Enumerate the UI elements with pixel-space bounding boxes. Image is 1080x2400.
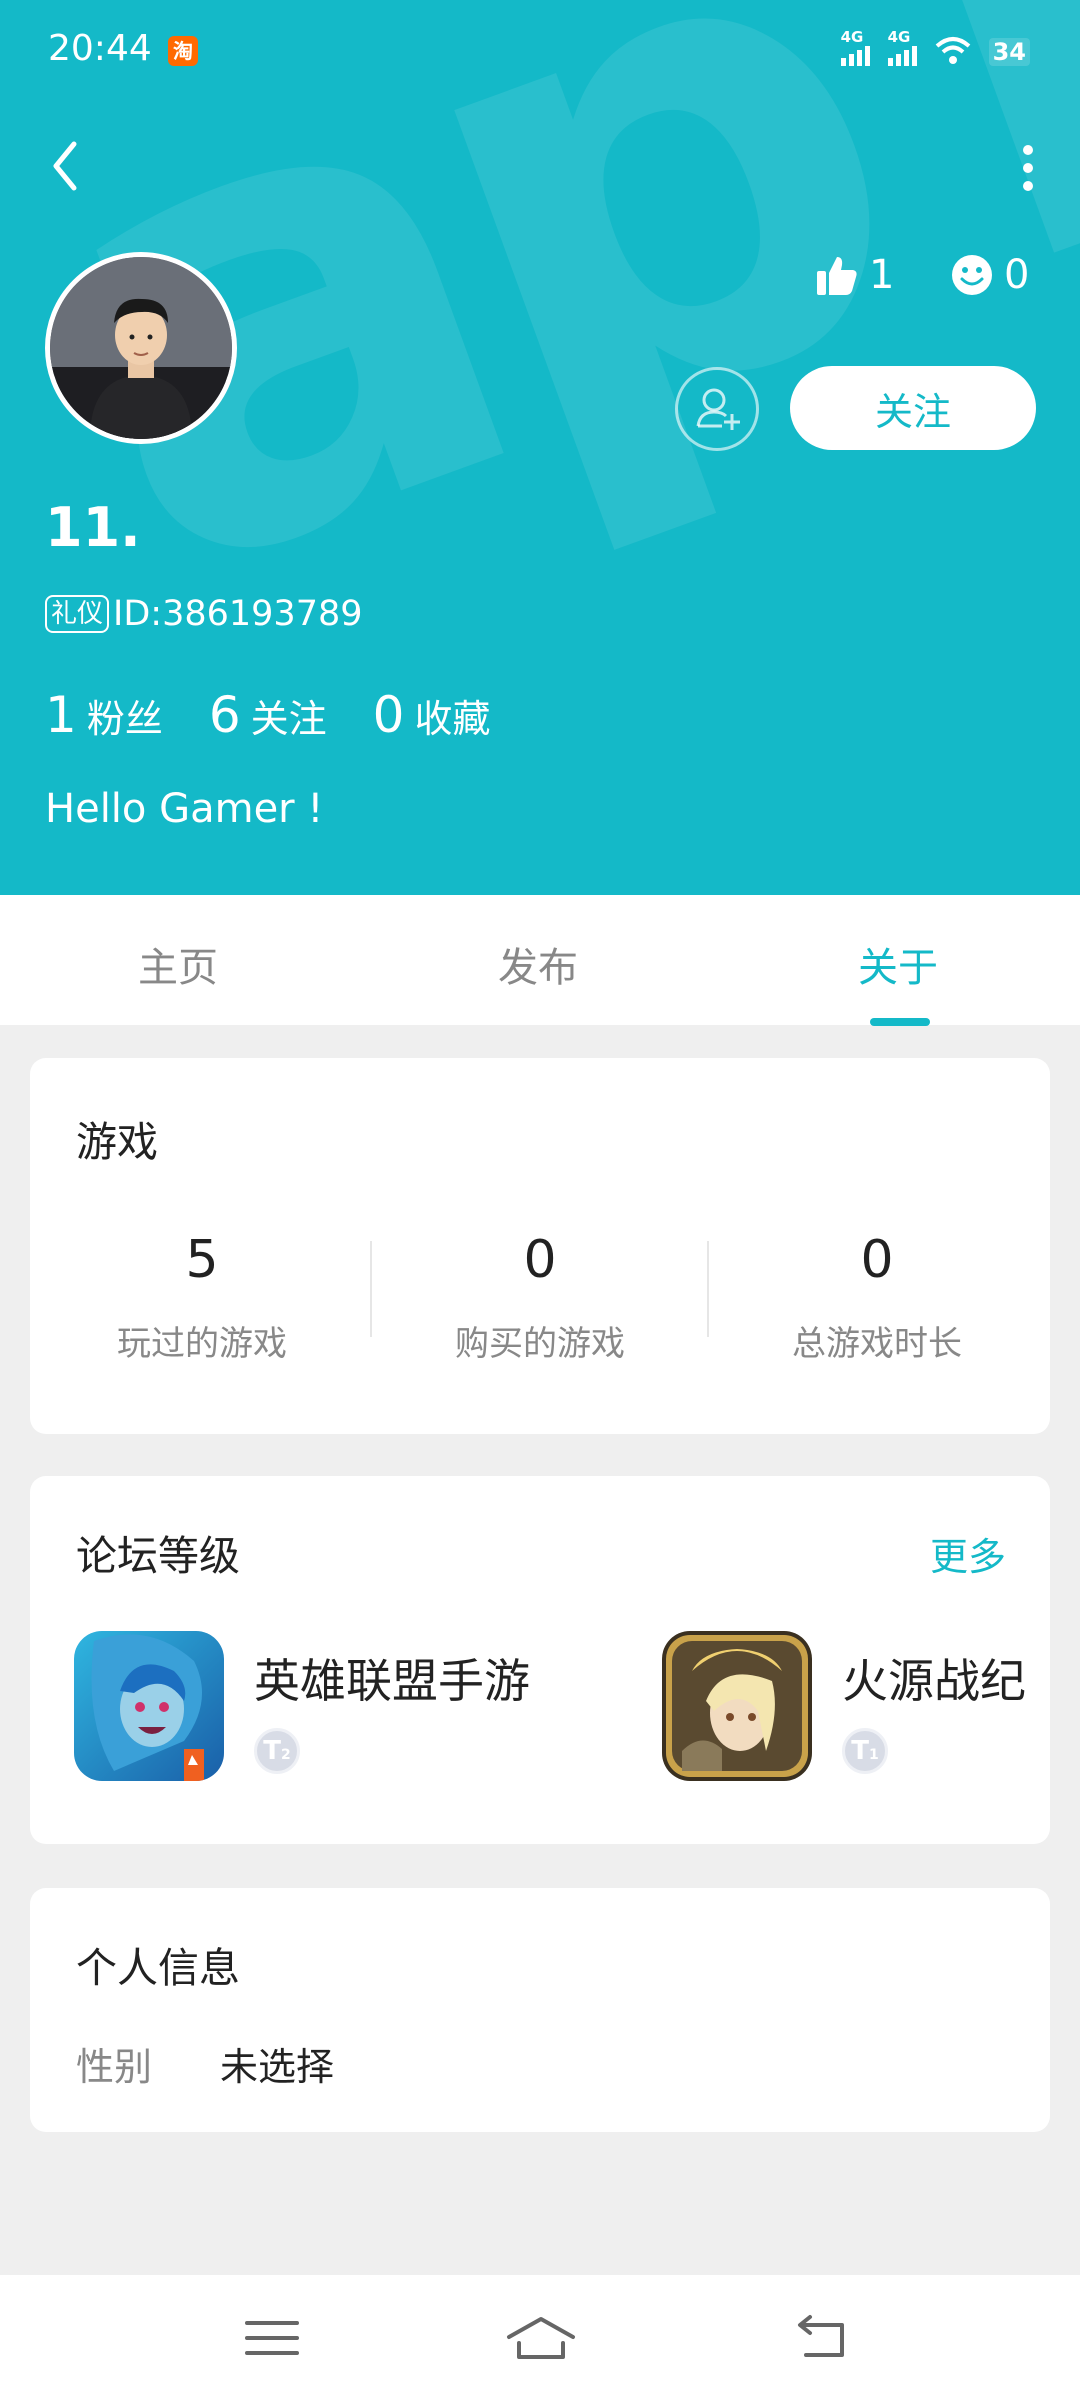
more-options-icon[interactable] [1016,140,1040,196]
profile-header: apTa 20:44 淘 4G 4G 34 1 0 关注 11. 礼仪 ID:3… [0,0,1080,895]
forum-level-badge: T1 [842,1728,888,1774]
bio: Hello Gamer ! [45,786,324,832]
signal-icon: 4G [887,28,917,66]
forum-game-name: 英雄联盟手游 [254,1654,530,1708]
likes-stat[interactable]: 1 [815,252,894,298]
reactions-stat[interactable]: 0 [950,252,1029,298]
fans-count[interactable]: 1 [45,686,77,744]
games-played-count: 5 [185,1230,219,1290]
game-icon-huoyuan [662,1631,812,1781]
games-bought-label: 购买的游戏 [455,1324,625,1364]
playtime-label: 总游戏时长 [792,1324,962,1364]
add-user-icon [696,388,740,430]
forum-level-number: 1 [869,1747,879,1763]
tab-home[interactable]: 主页 [138,935,218,993]
game-icon-lol [74,1631,224,1781]
smiley-icon [952,255,992,295]
fans-label[interactable]: 粉丝 [87,688,163,743]
status-time: 20:44 [48,28,152,69]
back-arrow-icon[interactable] [42,136,90,196]
system-nav-bar [0,2275,1080,2400]
games-bought-stat[interactable]: 0 购买的游戏 [390,1230,690,1365]
user-id-row: 礼仪 ID:386193789 [45,594,363,634]
favorites-count[interactable]: 0 [373,686,405,744]
menu-icon[interactable] [242,2313,302,2363]
taobao-notification-icon: 淘 [168,36,198,66]
games-played-stat[interactable]: 5 玩过的游戏 [52,1230,352,1365]
games-played-label: 玩过的游戏 [117,1324,287,1364]
personal-info-title: 个人信息 [76,1944,240,1992]
forum-level-number: 2 [281,1747,291,1763]
following-label[interactable]: 关注 [251,688,327,743]
gender-value: 未选择 [220,2045,335,2089]
gender-label: 性别 [76,2045,153,2089]
forum-level-badge: T2 [254,1728,300,1774]
forum-level-card: 论坛等级 更多 英雄联盟手游 T2 火源战纪 T1 [30,1476,1050,1844]
forum-game-name: 火源战纪 [842,1654,1026,1708]
more-link[interactable]: 更多 [930,1526,1006,1581]
back-icon[interactable] [792,2313,852,2363]
games-bought-count: 0 [523,1230,557,1290]
tab-posts[interactable]: 发布 [498,935,578,993]
likes-count: 1 [869,252,895,298]
signal-icon: 4G [840,28,870,66]
tab-about[interactable]: 关于 [858,935,938,993]
tab-indicator [870,1018,930,1026]
home-icon[interactable] [505,2313,577,2363]
username: 11. [45,496,141,559]
tab-bar: 主页 发布 关于 [0,895,1080,1025]
user-id: ID:386193789 [113,594,363,634]
battery-indicator: 34 [988,38,1030,66]
games-card-title: 游戏 [76,1118,158,1166]
playtime-value: 0 [860,1230,894,1290]
follow-counts: 1 粉丝 6 关注 0 收藏 [45,686,536,744]
follow-button[interactable]: 关注 [790,366,1036,450]
following-count[interactable]: 6 [209,686,241,744]
personal-info-card: 个人信息 性别 未选择 [30,1888,1050,2132]
favorites-label[interactable]: 收藏 [414,688,490,743]
wifi-icon [935,37,970,64]
games-card: 游戏 5 玩过的游戏 0 购买的游戏 0 总游戏时长 [30,1058,1050,1434]
reactions-count: 0 [1004,252,1030,298]
stat-divider [707,1241,709,1337]
status-bar: 20:44 淘 4G 4G 34 [0,0,1080,100]
add-friend-button[interactable] [675,367,759,451]
thumbs-up-icon [817,257,857,295]
forum-card-title: 论坛等级 [76,1532,240,1580]
avatar[interactable] [45,252,237,444]
stat-divider [370,1241,372,1337]
playtime-stat[interactable]: 0 总游戏时长 [727,1230,1027,1365]
etiquette-badge: 礼仪 [45,595,110,633]
